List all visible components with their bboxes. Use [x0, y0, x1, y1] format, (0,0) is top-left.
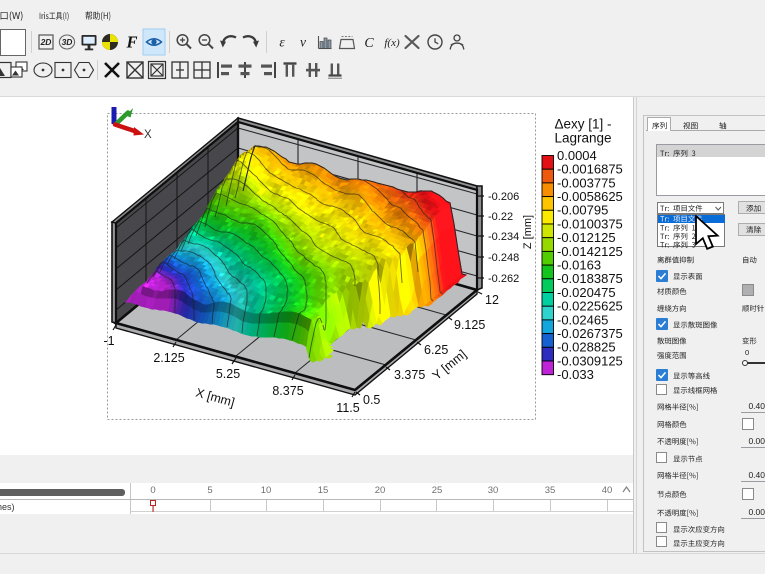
- svg-text:F: F: [125, 33, 137, 52]
- svg-text:X: X: [144, 129, 152, 141]
- svg-text:Δexy [1] -: Δexy [1] -: [554, 117, 611, 132]
- svg-text:0.5: 0.5: [363, 393, 380, 407]
- svg-text:-0.248: -0.248: [488, 252, 519, 264]
- svg-text:Z [mm]: Z [mm]: [522, 215, 534, 249]
- svg-text:X [mm]: X [mm]: [194, 385, 236, 409]
- svg-text:-0.234: -0.234: [488, 231, 519, 243]
- svg-text:C: C: [364, 36, 374, 51]
- svg-text:2D: 2D: [40, 37, 52, 47]
- svg-text:f(x): f(x): [384, 37, 400, 49]
- svg-text:11.5: 11.5: [336, 401, 359, 415]
- svg-text:5.25: 5.25: [216, 367, 240, 381]
- svg-text:-0.033: -0.033: [557, 367, 594, 382]
- svg-text:ν: ν: [300, 35, 306, 50]
- svg-text:-0.22: -0.22: [488, 211, 513, 223]
- svg-text:9.125: 9.125: [454, 318, 485, 332]
- svg-text:6.25: 6.25: [424, 343, 448, 357]
- svg-text:-0.262: -0.262: [488, 273, 519, 285]
- svg-text:3.375: 3.375: [394, 368, 425, 382]
- svg-text:-0.206: -0.206: [488, 191, 519, 203]
- svg-text:8.375: 8.375: [272, 384, 303, 398]
- svg-text:3D: 3D: [62, 37, 73, 47]
- svg-text:12: 12: [485, 293, 499, 307]
- svg-text:-1: -1: [103, 334, 114, 348]
- svg-text:2.125: 2.125: [153, 351, 184, 365]
- svg-text:ε: ε: [279, 35, 285, 50]
- svg-text:Lagrange: Lagrange: [554, 131, 611, 146]
